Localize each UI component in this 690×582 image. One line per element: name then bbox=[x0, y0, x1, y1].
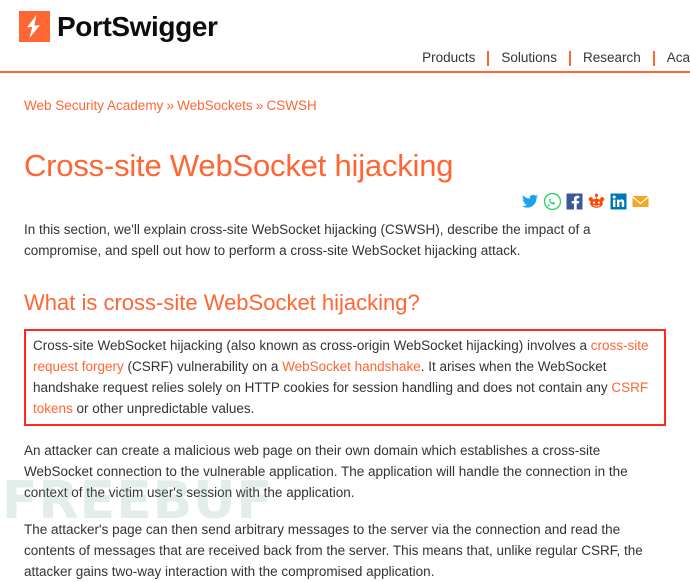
breadcrumb-item-websockets[interactable]: WebSockets bbox=[177, 98, 253, 113]
breadcrumb: Web Security Academy» WebSockets» CSWSH bbox=[24, 96, 666, 115]
header-divider bbox=[0, 71, 690, 73]
breadcrumb-item-academy[interactable]: Web Security Academy bbox=[24, 98, 163, 113]
breadcrumb-separator: » bbox=[166, 97, 175, 113]
definition-paragraph: Cross-site WebSocket hijacking (also kno… bbox=[33, 335, 658, 419]
linkedin-icon[interactable] bbox=[610, 193, 627, 210]
breadcrumb-item-cswsh[interactable]: CSWSH bbox=[266, 98, 316, 113]
logo-text: PortSwigger bbox=[57, 11, 218, 42]
intro-paragraph: In this section, we'll explain cross-sit… bbox=[24, 222, 591, 258]
nav-item-solutions[interactable]: Solutions bbox=[489, 49, 569, 67]
nav-item-products[interactable]: Products bbox=[410, 49, 487, 67]
site-header: PortSwigger Products Solutions Research … bbox=[0, 0, 690, 73]
twitter-icon[interactable] bbox=[522, 193, 539, 210]
site-logo[interactable]: PortSwigger bbox=[19, 11, 218, 42]
section-title: What is cross-site WebSocket hijacking? bbox=[24, 290, 420, 315]
reddit-icon[interactable] bbox=[588, 193, 605, 210]
nav-item-research[interactable]: Research bbox=[571, 49, 653, 67]
highlighted-definition-box: Cross-site WebSocket hijacking (also kno… bbox=[24, 329, 666, 426]
nav-item-academy[interactable]: Aca bbox=[655, 49, 690, 67]
link-websocket-handshake[interactable]: WebSocket handshake bbox=[282, 359, 421, 374]
email-icon[interactable] bbox=[632, 193, 649, 210]
main-content: Web Security Academy» WebSockets» CSWSH Cr… bbox=[0, 96, 690, 582]
breadcrumb-separator: » bbox=[255, 97, 264, 113]
main-navigation: Products Solutions Research Aca bbox=[410, 49, 690, 67]
paragraph-attacker-page: An attacker can create a malicious web p… bbox=[24, 443, 628, 500]
share-icons-row bbox=[24, 192, 666, 211]
definition-text-4: or other unpredictable values. bbox=[72, 401, 255, 416]
paragraph-two-way-interaction: The attacker's page can then send arbitr… bbox=[24, 522, 643, 579]
page-title: Cross-site WebSocket hijacking bbox=[24, 148, 454, 183]
whatsapp-icon[interactable] bbox=[543, 192, 562, 211]
definition-text-1: Cross-site WebSocket hijacking (also kno… bbox=[33, 338, 591, 353]
lightning-bolt-icon bbox=[19, 11, 50, 42]
facebook-icon[interactable] bbox=[566, 193, 583, 210]
definition-text-2: (CSRF) vulnerability on a bbox=[123, 359, 283, 374]
